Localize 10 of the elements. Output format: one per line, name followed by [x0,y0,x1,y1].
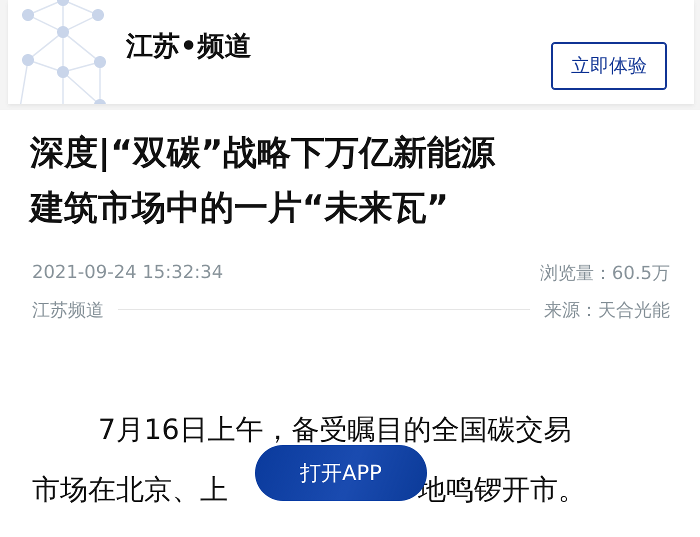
channel-name: 江苏频道 [32,298,104,322]
publish-time: 2021-09-24 15:32:34 [32,262,224,283]
channel-title: 江苏•频道 [126,30,252,64]
headline: 深度|“双碳”战略下万亿新能源 [30,132,496,175]
body-text: 市场在北京、上 [32,472,228,508]
headline: 建筑市场中的一片“未来瓦” [30,187,450,230]
try-now-button[interactable]: 立即体验 [551,42,667,90]
body-text: 7月16日上午，备受瞩目的全国碳交易 [97,412,572,448]
view-count: 浏览量：60.5万 [540,262,670,284]
source-label: 来源：天合光能 [544,298,670,322]
